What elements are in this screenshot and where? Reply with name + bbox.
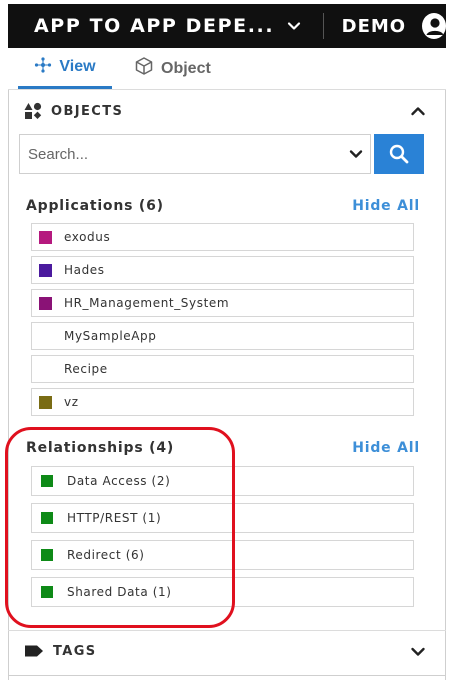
graph-nodes-icon — [34, 56, 59, 78]
view-tabs: View Object — [8, 48, 446, 90]
list-item-application[interactable]: MySampleApp — [31, 322, 414, 350]
application-label: exodus — [64, 230, 111, 244]
list-item-relationship[interactable]: Data Access (2) — [31, 466, 414, 496]
list-item-application[interactable]: HR_Management_System — [31, 289, 414, 317]
application-label: HR_Management_System — [64, 296, 230, 310]
color-swatch — [41, 475, 53, 487]
color-swatch — [39, 263, 52, 277]
relationships-group-header: Relationships (4) Hide All — [26, 437, 420, 459]
app-title[interactable]: APP TO APP DEPE... — [34, 15, 274, 37]
search-box — [19, 134, 371, 174]
search-icon — [388, 143, 410, 165]
application-label: MySampleApp — [64, 329, 157, 343]
tags-section-title: TAGS — [53, 643, 97, 659]
tab-view-label: View — [59, 58, 96, 75]
color-swatch — [41, 549, 53, 561]
application-label: Hades — [64, 263, 105, 277]
relationship-label: Shared Data (1) — [67, 585, 172, 599]
search-button[interactable] — [374, 134, 424, 174]
relationships-hide-all-link[interactable]: Hide All — [352, 440, 420, 456]
top-bar: APP TO APP DEPE... DEMO — [8, 4, 446, 48]
color-swatch-empty — [39, 330, 52, 343]
tags-section-header[interactable]: TAGS — [8, 631, 446, 671]
panel-border-right — [445, 90, 446, 680]
tag-icon — [24, 644, 44, 658]
relationships-list: Data Access (2) HTTP/REST (1) Redirect (… — [31, 466, 414, 614]
relationships-title: Relationships (4) — [26, 440, 175, 456]
panel-border-left — [8, 90, 9, 680]
user-avatar-icon[interactable] — [422, 13, 446, 39]
list-item-application[interactable]: Recipe — [31, 355, 414, 383]
applications-title: Applications (6) — [26, 198, 164, 214]
user-name[interactable]: DEMO — [342, 16, 406, 37]
cube-icon — [134, 56, 161, 81]
relationship-label: Data Access (2) — [67, 474, 171, 488]
color-swatch — [39, 230, 52, 244]
color-swatch — [41, 512, 53, 524]
tab-object[interactable]: Object — [134, 48, 234, 89]
color-swatch — [41, 586, 53, 598]
applications-list: exodus Hades HR_Management_System MySamp… — [31, 223, 414, 421]
chevron-down-icon[interactable] — [410, 645, 426, 664]
shapes-icon — [24, 102, 42, 120]
color-swatch-empty — [39, 363, 52, 376]
applications-hide-all-link[interactable]: Hide All — [352, 198, 420, 214]
list-item-application[interactable]: vz — [31, 388, 414, 416]
chevron-down-icon[interactable] — [286, 17, 303, 35]
color-swatch — [39, 395, 52, 409]
tab-object-label: Object — [161, 59, 211, 77]
objects-section-title: OBJECTS — [51, 103, 124, 119]
list-item-application[interactable]: Hades — [31, 256, 414, 284]
search-dropdown-chevron-icon[interactable] — [348, 147, 364, 166]
search-input[interactable] — [20, 135, 330, 173]
applications-group-header: Applications (6) Hide All — [26, 195, 420, 217]
list-item-relationship[interactable]: Shared Data (1) — [31, 577, 414, 607]
relationship-label: Redirect (6) — [67, 548, 145, 562]
application-label: vz — [64, 395, 79, 409]
list-item-relationship[interactable]: HTTP/REST (1) — [31, 503, 414, 533]
tab-view[interactable]: View — [18, 48, 112, 89]
panel-border-bottom — [8, 675, 446, 676]
relationship-label: HTTP/REST (1) — [67, 511, 162, 525]
list-item-relationship[interactable]: Redirect (6) — [31, 540, 414, 570]
chevron-up-icon[interactable] — [410, 104, 426, 123]
application-label: Recipe — [64, 362, 108, 376]
objects-section-header[interactable]: OBJECTS — [8, 90, 446, 132]
list-item-application[interactable]: exodus — [31, 223, 414, 251]
header-divider — [322, 13, 324, 39]
color-swatch — [39, 296, 52, 310]
